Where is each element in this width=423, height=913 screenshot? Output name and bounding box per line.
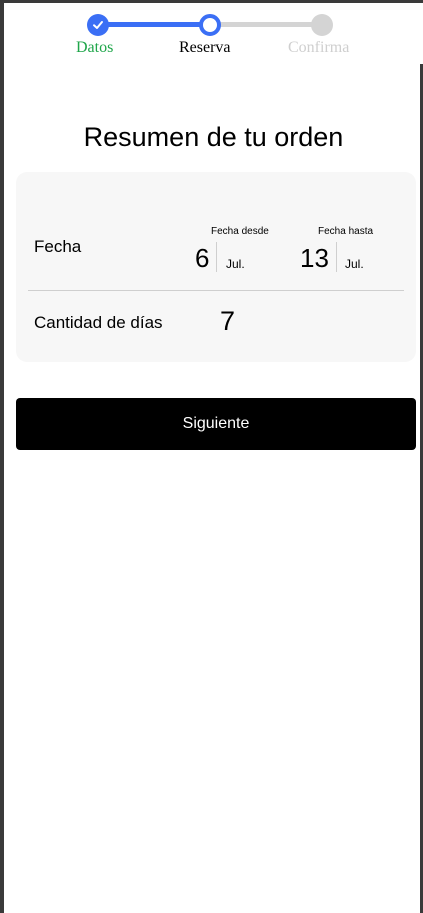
fecha-hasta-day: 13	[300, 243, 329, 273]
summary-divider	[28, 290, 404, 291]
fecha-hasta-month: Jul.	[345, 257, 364, 271]
step-confirma-indicator	[311, 14, 333, 36]
fecha-desde-month: Jul.	[226, 257, 245, 271]
stepper-track-pending	[210, 22, 322, 27]
page-title: Resumen de tu orden	[83, 122, 344, 152]
fecha-desde-day: 6	[195, 243, 210, 273]
siguiente-button[interactable]: Siguiente	[16, 398, 416, 450]
fecha-hasta-label: Fecha hasta	[318, 226, 374, 237]
step-reserva-indicator	[199, 14, 221, 36]
fecha-desde-divider	[216, 242, 217, 272]
order-summary-card: Fecha Fecha desde 6 Jul. Fecha hasta 13 …	[16, 172, 416, 362]
fecha-label: Fecha	[34, 237, 82, 256]
check-icon	[93, 21, 103, 29]
step-datos-indicator[interactable]	[87, 14, 109, 36]
step-reserva-label: Reserva	[179, 39, 231, 56]
step-datos-label[interactable]: Datos	[76, 39, 113, 57]
fecha-desde-label: Fecha desde	[211, 226, 269, 237]
cantidad-dias-label: Cantidad de días	[34, 313, 163, 332]
cantidad-dias-value: 7	[220, 306, 236, 336]
progress-stepper: Datos Reserva Confirma	[0, 0, 423, 64]
step-confirma-label: Confirma	[288, 39, 350, 56]
fecha-hasta-divider	[336, 242, 337, 272]
stepper-track-complete	[98, 22, 210, 27]
